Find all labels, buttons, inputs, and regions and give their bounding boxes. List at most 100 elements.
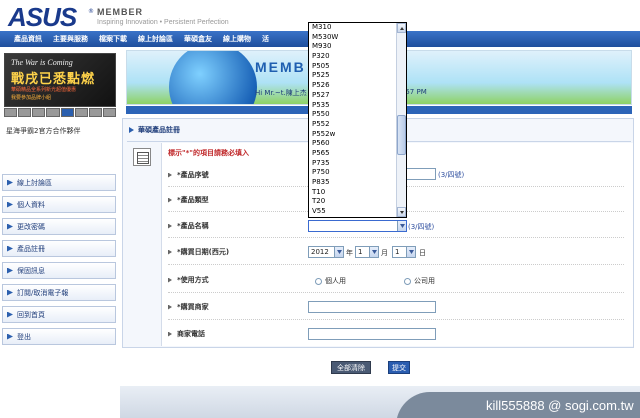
dropdown-option[interactable]: P552w bbox=[309, 130, 397, 140]
bullet-icon bbox=[168, 197, 172, 203]
dropdown-option[interactable]: P550 bbox=[309, 110, 397, 120]
chevron-down-icon[interactable] bbox=[406, 247, 415, 257]
promo-thumb-active[interactable] bbox=[60, 108, 74, 117]
registered-mark: ® bbox=[88, 8, 94, 15]
scroll-up-icon[interactable] bbox=[397, 23, 406, 33]
clear-all-button[interactable]: 全部清除 bbox=[331, 361, 371, 374]
nav-item-products[interactable]: 產品資訊 bbox=[14, 34, 42, 44]
model-hint: (3/四號) bbox=[408, 223, 435, 231]
sidebar-item-logout[interactable]: 登出 bbox=[2, 328, 116, 345]
promo-banner[interactable]: The War is Coming 戰戌已悉點燃 華碩精品全系列新光超值優惠 我… bbox=[4, 53, 116, 107]
row-divider bbox=[168, 319, 624, 320]
day-select[interactable]: 1 bbox=[392, 246, 416, 258]
promo-thumb[interactable] bbox=[74, 108, 88, 117]
dropdown-option[interactable]: P835 bbox=[309, 178, 397, 188]
sidebar-item-forum[interactable]: 線上討論區 bbox=[2, 174, 116, 191]
year-select[interactable]: 2012 bbox=[308, 246, 344, 258]
day-unit: 日 bbox=[419, 249, 426, 257]
dropdown-option[interactable]: P505 bbox=[309, 62, 397, 72]
promo-thumbnails bbox=[4, 108, 116, 117]
asus-logo[interactable]: ASUS bbox=[8, 4, 77, 30]
sidebar-item-home[interactable]: 回到首頁 bbox=[2, 306, 116, 323]
dropdown-option[interactable]: T20 bbox=[309, 197, 397, 207]
promo-caption[interactable]: 星海爭霸2官方合作夥伴 bbox=[6, 126, 80, 136]
required-note: 標示"*"的項目請務必填入 bbox=[168, 149, 249, 157]
serial-hint: (3/四號) bbox=[438, 171, 465, 179]
dropdown-option[interactable]: P526 bbox=[309, 81, 397, 91]
usage-row: *使用方式 bbox=[168, 270, 628, 290]
nav-item-friends[interactable]: 華碩盒友 bbox=[184, 34, 212, 44]
dropdown-option[interactable]: P565 bbox=[309, 149, 397, 159]
month-value: 1 bbox=[358, 248, 363, 256]
radio-circle[interactable] bbox=[404, 277, 411, 285]
arrow-right-icon bbox=[7, 267, 13, 274]
nav-item-shop[interactable]: 線上購物 bbox=[223, 34, 251, 44]
promo-thumb[interactable] bbox=[102, 108, 116, 117]
dropdown-option[interactable]: P560 bbox=[309, 139, 397, 149]
submit-button[interactable]: 提交 bbox=[388, 361, 410, 374]
scroll-down-icon[interactable] bbox=[397, 207, 406, 217]
panel-title-text: 華碩產品註冊 bbox=[138, 126, 180, 134]
nav-item-downloads[interactable]: 檔案下載 bbox=[99, 34, 127, 44]
promo-thumb[interactable] bbox=[32, 108, 46, 117]
dropdown-option[interactable]: P735 bbox=[309, 159, 397, 169]
serial-label: *產品序號 bbox=[177, 171, 209, 179]
user-greeting: Hi Mr.~t.陳上杰 bbox=[255, 89, 307, 97]
bullet-icon bbox=[168, 331, 172, 337]
model-dropdown-list[interactable]: M310 M530W M930 P320 P505 P525 P526 P527 P535 P55… bbox=[308, 22, 407, 218]
dropdown-option[interactable]: M530W bbox=[309, 33, 397, 43]
dropdown-option[interactable]: P527 bbox=[309, 91, 397, 101]
arrow-right-icon bbox=[7, 289, 13, 296]
month-select[interactable]: 1 bbox=[355, 246, 379, 258]
usage-personal-radio[interactable]: 個人用 bbox=[315, 276, 346, 286]
dropdown-option[interactable]: T10 bbox=[309, 188, 397, 198]
radio-circle[interactable] bbox=[315, 277, 322, 285]
model-select[interactable] bbox=[308, 220, 407, 232]
phone-label: 商家電話 bbox=[177, 330, 205, 338]
promo-thumb[interactable] bbox=[88, 108, 102, 117]
sidebar-item-warranty[interactable]: 保固訊息 bbox=[2, 262, 116, 279]
chevron-down-icon[interactable] bbox=[334, 247, 343, 257]
dropdown-option[interactable]: P320 bbox=[309, 52, 397, 62]
promo-thumb[interactable] bbox=[46, 108, 60, 117]
dropdown-option[interactable]: M310 bbox=[309, 23, 397, 33]
arrow-right-icon bbox=[7, 179, 13, 186]
year-value: 2012 bbox=[311, 248, 329, 256]
dropdown-option[interactable]: M930 bbox=[309, 42, 397, 52]
chevron-down-icon[interactable] bbox=[397, 221, 406, 231]
sidebar-item-label: 訂閱/取消電子報 bbox=[17, 288, 69, 297]
sidebar-item-label: 產品註冊 bbox=[17, 244, 45, 253]
dropdown-option[interactable]: P750 bbox=[309, 168, 397, 178]
promo-thumb[interactable] bbox=[4, 108, 18, 117]
sidebar-item-profile[interactable]: 個人資料 bbox=[2, 196, 116, 213]
sidebar-item-product-registration[interactable]: 產品註冊 bbox=[2, 240, 116, 257]
arrow-right-icon bbox=[129, 127, 134, 133]
arrow-right-icon bbox=[7, 245, 13, 252]
sidebar-item-newsletter[interactable]: 訂閱/取消電子報 bbox=[2, 284, 116, 301]
panel-title: 華碩產品註冊 bbox=[129, 125, 180, 135]
bullet-icon bbox=[168, 304, 172, 310]
dropdown-option[interactable]: V55 bbox=[309, 207, 397, 217]
store-input[interactable] bbox=[308, 301, 436, 313]
chevron-down-icon[interactable] bbox=[369, 247, 378, 257]
month-unit: 月 bbox=[381, 249, 388, 257]
dropdown-option[interactable]: P552 bbox=[309, 120, 397, 130]
watermark: kill555888 @ sogi.com.tw bbox=[486, 398, 634, 413]
sidebar-item-label: 線上討論區 bbox=[17, 178, 52, 187]
scroll-thumb[interactable] bbox=[397, 115, 406, 155]
date-label: *購買日期(西元) bbox=[177, 248, 230, 256]
nav-item-forum[interactable]: 線上討論區 bbox=[138, 34, 173, 44]
promo-thumb[interactable] bbox=[18, 108, 32, 117]
nav-item-services[interactable]: 主要與服務 bbox=[53, 34, 88, 44]
nav-item-events[interactable]: 活 bbox=[262, 34, 269, 44]
usage-company-radio[interactable]: 公司用 bbox=[404, 276, 435, 286]
dropdown-option[interactable]: P525 bbox=[309, 71, 397, 81]
dropdown-option[interactable]: P535 bbox=[309, 101, 397, 111]
arrow-right-icon bbox=[7, 333, 13, 340]
sidebar: 線上討論區 個人資料 更改密碼 產品註冊 保固訊息 訂閱/取消電子報 回到首頁 … bbox=[2, 174, 116, 350]
usage-company-label: 公司用 bbox=[414, 277, 435, 285]
bullet-icon bbox=[168, 172, 172, 178]
dropdown-scrollbar[interactable] bbox=[396, 23, 406, 217]
sidebar-item-password[interactable]: 更改密碼 bbox=[2, 218, 116, 235]
phone-input[interactable] bbox=[308, 328, 436, 340]
